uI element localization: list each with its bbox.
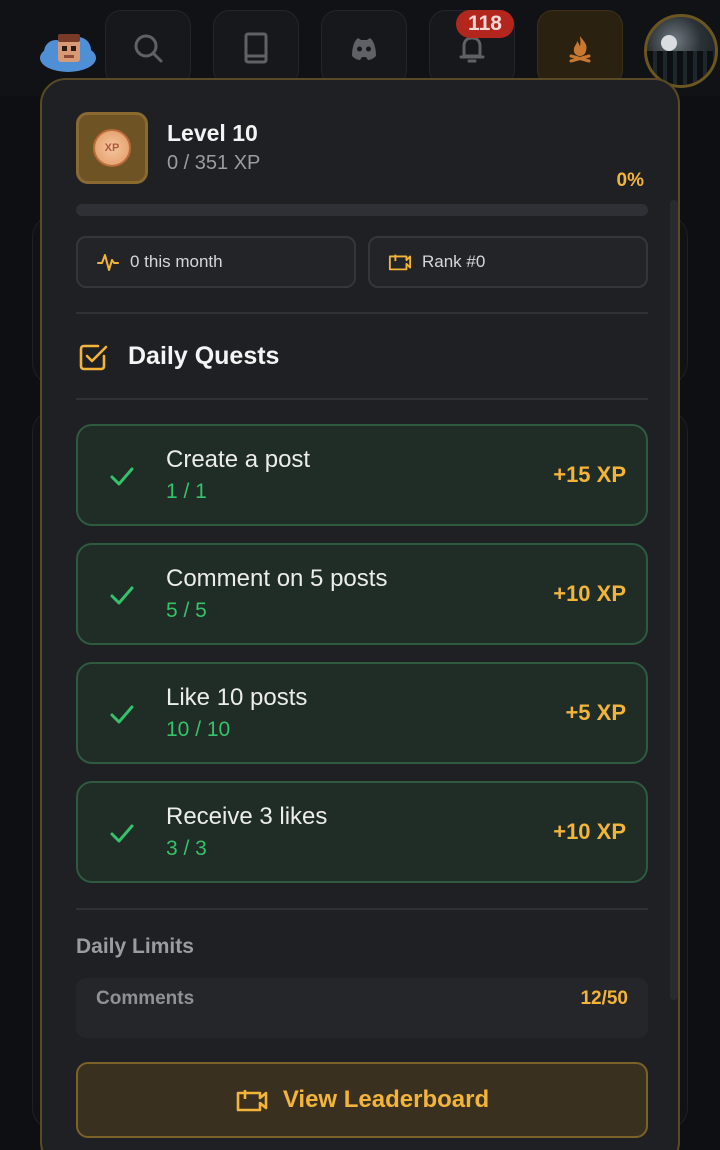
level-title: Level 10 (167, 120, 258, 146)
daily-quests-title: Daily Quests (128, 342, 280, 370)
activity-icon (97, 254, 119, 271)
check-icon (110, 586, 134, 605)
search-icon (134, 34, 163, 63)
nav-search-button[interactable] (105, 10, 191, 86)
campfire-icon (569, 36, 591, 63)
divider (76, 398, 648, 400)
limit-label: Comments (96, 988, 195, 1009)
monthly-xp-label: 0 this month (130, 252, 223, 271)
quest-name: Create a post (166, 446, 311, 473)
quest-progress: 1 / 1 (166, 480, 207, 503)
quest-name: Comment on 5 posts (166, 565, 388, 592)
check-icon (110, 467, 134, 486)
quest-reward: +10 XP (553, 819, 626, 844)
quest-name: Like 10 posts (166, 684, 308, 711)
level-progress-bar (76, 204, 648, 216)
panel-scrollbar[interactable] (670, 200, 678, 1000)
daily-limit-row: Comments 12/50 (76, 978, 648, 1038)
quest-reward: +15 XP (553, 462, 626, 487)
xp-badge-icon: XP (76, 112, 148, 184)
quest-progress: 10 / 10 (166, 718, 231, 741)
quest-progress: 5 / 5 (166, 599, 207, 622)
quest-item[interactable]: Like 10 posts 10 / 10 +5 XP (76, 662, 648, 764)
site-logo[interactable] (38, 28, 98, 74)
quest-reward: +10 XP (553, 581, 626, 606)
quest-item[interactable]: Receive 3 likes 3 / 3 +10 XP (76, 781, 648, 883)
discord-icon (352, 38, 376, 60)
limit-value: 12/50 (580, 988, 628, 1009)
quest-item[interactable]: Create a post 1 / 1 +15 XP (76, 424, 648, 526)
view-leaderboard-button[interactable]: View Leaderboard (76, 1062, 648, 1138)
quest-progress: 3 / 3 (166, 837, 207, 860)
divider (76, 908, 648, 910)
quest-item[interactable]: Comment on 5 posts 5 / 5 +10 XP (76, 543, 648, 645)
user-avatar[interactable] (644, 14, 718, 88)
nav-library-button[interactable] (213, 10, 299, 86)
rank-label: Rank #0 (422, 252, 486, 271)
nav-quests-button[interactable] (537, 10, 623, 86)
check-icon (110, 824, 134, 843)
monthly-xp-stat: 0 this month (76, 236, 356, 288)
daily-limits-title: Daily Limits (76, 935, 194, 958)
quests-panel: XP Level 10 0 / 351 XP 0% 0 this month R… (40, 78, 680, 1150)
level-xp-text: 0 / 351 XP (167, 152, 261, 174)
rank-stat: Rank #0 (368, 236, 648, 288)
quest-name: Receive 3 likes (166, 803, 328, 830)
divider (76, 312, 648, 314)
quest-reward: +5 XP (565, 700, 626, 725)
view-leaderboard-label: View Leaderboard (282, 1086, 490, 1113)
leaderboard-icon (388, 254, 412, 271)
nav-discord-button[interactable] (321, 10, 407, 86)
checkbox-icon (79, 344, 108, 371)
notification-count-badge: 118 (456, 10, 514, 38)
level-percent: 0% (616, 170, 644, 191)
check-icon (110, 705, 134, 724)
leaderboard-icon (236, 1090, 268, 1112)
book-icon (244, 32, 268, 64)
